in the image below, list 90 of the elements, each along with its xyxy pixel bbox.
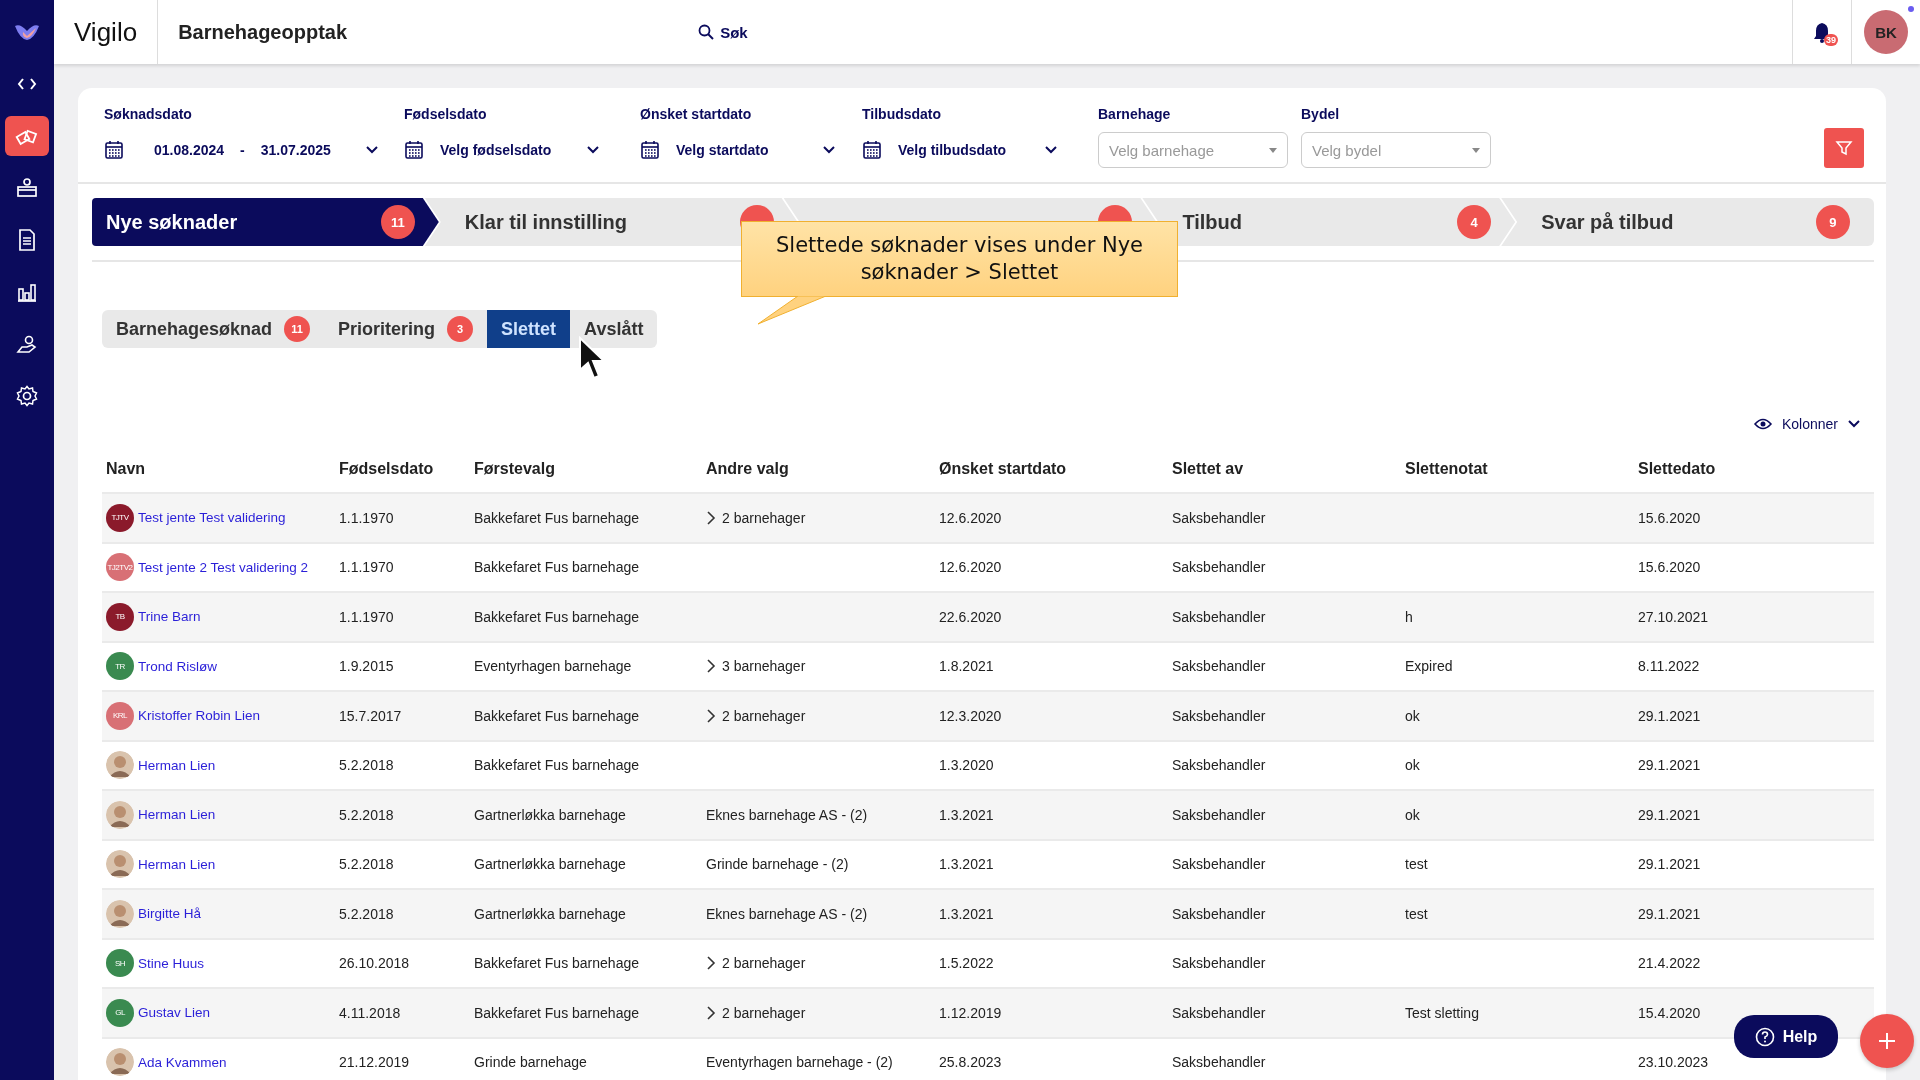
table-cell-text: Saksbehandler bbox=[1172, 757, 1267, 774]
table-cell-text: 12.6.2020 bbox=[939, 509, 1003, 526]
filter-label: Barnehage bbox=[1098, 106, 1172, 122]
table-cell-text: Gartnerløkka barnehage bbox=[474, 806, 627, 823]
table-cell-text: 5.2.2018 bbox=[339, 905, 395, 922]
table-cell-text: test bbox=[1405, 905, 1429, 922]
table-cell-text: 27.10.2021 bbox=[1638, 608, 1710, 625]
table-cell-text: Saksbehandler bbox=[1172, 856, 1267, 873]
table-cell-text: Saksbehandler bbox=[1172, 955, 1267, 972]
callout-tooltip: Slettede søknader vises under Nye søknader > Slettet bbox=[741, 221, 1178, 297]
table-cell-text: h bbox=[1405, 608, 1414, 625]
table-cell-text: Bakkefaret Fus barnehage bbox=[474, 1004, 640, 1021]
table-cell-text: 1.8.2021 bbox=[939, 658, 995, 675]
range-dash: - bbox=[240, 142, 245, 158]
table-cell-text: 12.6.2020 bbox=[939, 559, 1003, 576]
table-cell-text: Bakkefaret Fus barnehage bbox=[474, 955, 640, 972]
table-cell-text: Saksbehandler bbox=[1172, 559, 1267, 576]
table-cell-text: 1.3.2021 bbox=[939, 905, 995, 922]
avatar: TR bbox=[106, 652, 134, 681]
table-cell-text: Saksbehandler bbox=[1172, 806, 1267, 823]
table-cell-text: Expired bbox=[1405, 658, 1454, 675]
table-cell-text: 25.8.2023 bbox=[939, 1054, 1003, 1071]
table-cell-text: 1.1.1970 bbox=[339, 559, 395, 576]
table-cell-text: 1.1.1970 bbox=[339, 509, 395, 526]
table-cell-text: 22.6.2020 bbox=[939, 608, 1003, 625]
table-cell-text: Saksbehandler bbox=[1172, 658, 1267, 675]
table-cell-text: 29.1.2021 bbox=[1638, 707, 1702, 724]
table-cell-text: 12.3.2020 bbox=[939, 707, 1003, 724]
table-cell-text: 1.5.2022 bbox=[939, 955, 995, 972]
notification-count: 39 bbox=[1824, 34, 1838, 46]
table-cell-text: Bakkefaret Fus barnehage bbox=[474, 707, 640, 724]
table-cell-text: Saksbehandler bbox=[1172, 608, 1267, 625]
table-cell-text: 5.2.2018 bbox=[339, 806, 395, 823]
filter-label: Tilbudsdato bbox=[862, 106, 943, 122]
table-cell-text: 15.4.2020 bbox=[1638, 1004, 1702, 1021]
filter-label: Ønsket startdato bbox=[640, 106, 753, 122]
avatar: SH bbox=[106, 949, 134, 978]
filter-label: Søknadsdato bbox=[104, 106, 193, 122]
table-cell-text: 26.10.2018 bbox=[339, 955, 411, 972]
table-cell-text: 15.6.2020 bbox=[1638, 509, 1702, 526]
table-cell-text: Bakkefaret Fus barnehage bbox=[474, 559, 640, 576]
table-cell-text: Eventyrhagen barnehage - (2) bbox=[706, 1054, 894, 1071]
avatar: TB bbox=[106, 602, 134, 631]
table-cell-text: 1.9.2015 bbox=[339, 658, 395, 675]
table-cell-text: Eventyrhagen barnehage bbox=[474, 658, 633, 675]
table-cell-text: 29.1.2021 bbox=[1638, 757, 1702, 774]
table-cell-text: ok bbox=[1405, 806, 1421, 823]
table-cell-text: 21.12.2019 bbox=[339, 1054, 411, 1071]
table-cell-text: Eknes barnehage AS - (2) bbox=[706, 905, 869, 922]
table-cell-text: 15.7.2017 bbox=[339, 707, 403, 724]
table-cell-text: Eknes barnehage AS - (2) bbox=[706, 806, 869, 823]
table-cell-text: Test sletting bbox=[1405, 1004, 1480, 1021]
table-cell-text: Bakkefaret Fus barnehage bbox=[474, 757, 640, 774]
avatar: TJTV bbox=[106, 503, 134, 532]
table-cell-text: test bbox=[1405, 856, 1429, 873]
table-cell-text: 1.3.2020 bbox=[939, 757, 995, 774]
table-cell-text: Saksbehandler bbox=[1172, 1054, 1267, 1071]
table-cell-text: Bakkefaret Fus barnehage bbox=[474, 509, 640, 526]
table-cell-text: 15.6.2020 bbox=[1638, 559, 1702, 576]
table-cell-text: Gartnerløkka barnehage bbox=[474, 856, 627, 873]
table-cell-text: 1.3.2021 bbox=[939, 806, 995, 823]
table-cell-text: 5.2.2018 bbox=[339, 757, 395, 774]
avatar: KRL bbox=[106, 701, 134, 730]
table-cell-text: 21.4.2022 bbox=[1638, 955, 1702, 972]
table-cell-text: 23.10.2023 bbox=[1638, 1054, 1710, 1071]
table-cell-text: Saksbehandler bbox=[1172, 905, 1267, 922]
avatar: GL bbox=[106, 998, 134, 1027]
avatar: TJ2TV2 bbox=[106, 553, 134, 582]
module-title: Barnehageopptak bbox=[177, 20, 349, 44]
table-cell-text: ok bbox=[1405, 757, 1421, 774]
table-cell-text: Grinde barnehage - (2) bbox=[706, 856, 850, 873]
table-cell-text: 29.1.2021 bbox=[1638, 806, 1702, 823]
filter-label: Bydel bbox=[1301, 106, 1341, 122]
table-cell-text: Bakkefaret Fus barnehage bbox=[474, 608, 640, 625]
table-cell-text: 1.3.2021 bbox=[939, 856, 995, 873]
table-cell-text: 4.11.2018 bbox=[339, 1004, 402, 1021]
filter-label: Fødselsdato bbox=[404, 106, 488, 122]
table-cell-text: ok bbox=[1405, 707, 1421, 724]
table-cell-text: Grinde barnehage bbox=[474, 1054, 588, 1071]
table-cell-text: Gartnerløkka barnehage bbox=[474, 905, 627, 922]
table-cell-text: Saksbehandler bbox=[1172, 1004, 1267, 1021]
table-cell-text: Saksbehandler bbox=[1172, 707, 1267, 724]
table-cell-text: 29.1.2021 bbox=[1638, 856, 1702, 873]
table-cell-text: 8.11.2022 bbox=[1638, 658, 1701, 675]
table-cell-text: 1.1.1970 bbox=[339, 608, 395, 625]
table-cell-text: 5.2.2018 bbox=[339, 856, 395, 873]
table-cell-text: 29.1.2021 bbox=[1638, 905, 1702, 922]
table-cell-text: 1.12.2019 bbox=[939, 1004, 1003, 1021]
table-cell-text: Saksbehandler bbox=[1172, 509, 1267, 526]
app-name: Vigilo bbox=[54, 0, 159, 64]
